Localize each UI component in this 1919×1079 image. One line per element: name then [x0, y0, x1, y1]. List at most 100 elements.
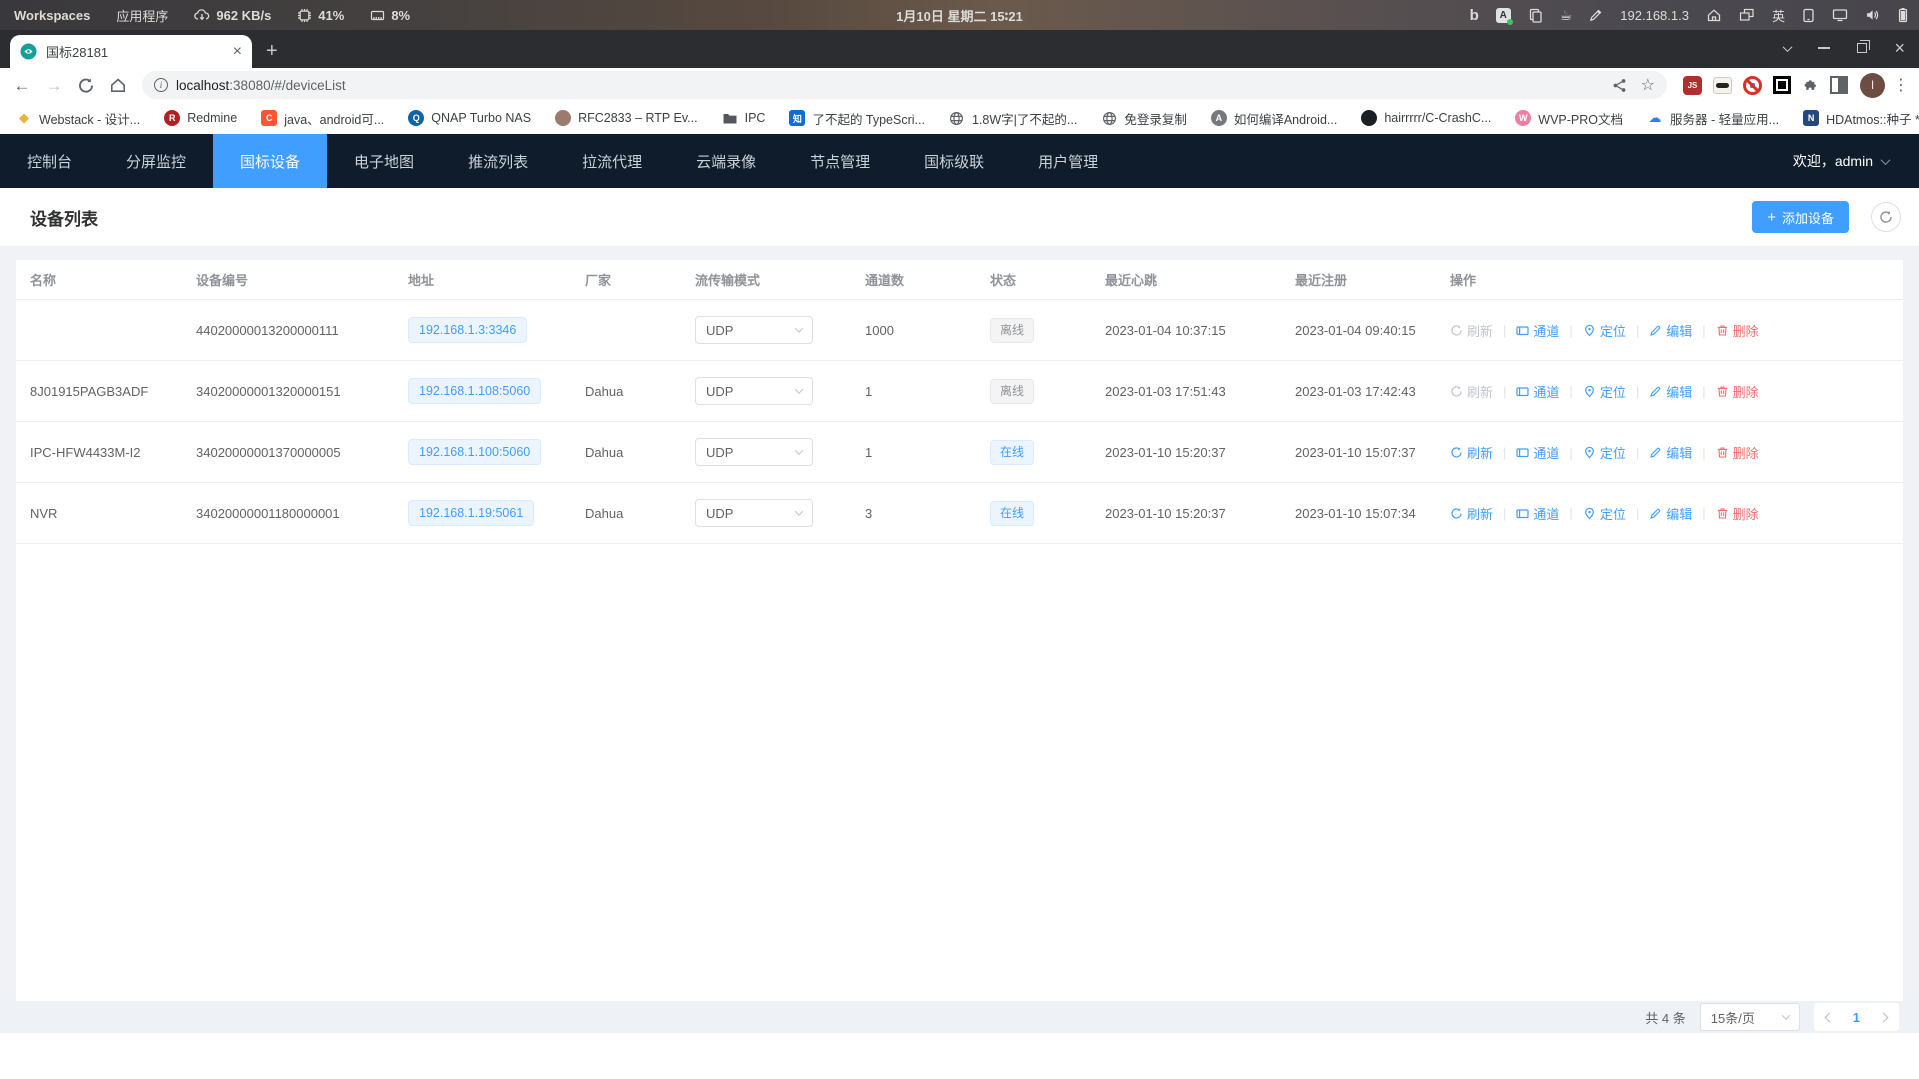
delete-action[interactable]: 删除	[1716, 504, 1759, 523]
channel-action[interactable]: 通道	[1516, 443, 1559, 462]
bookmark-item[interactable]: R Redmine	[164, 110, 237, 126]
bookmark-item[interactable]: ◆ Webstack - 设计...	[16, 109, 140, 128]
channel-action[interactable]: 通道	[1516, 321, 1559, 340]
square-extension-icon[interactable]	[1773, 76, 1791, 94]
site-info-icon[interactable]: i	[154, 78, 168, 92]
browser-tab[interactable]: 国标28181 ×	[10, 35, 252, 68]
ip-address[interactable]: 192.168.1.3	[1620, 8, 1689, 23]
locate-action[interactable]: 定位	[1583, 504, 1626, 523]
edit-action[interactable]: 编辑	[1649, 321, 1692, 340]
refresh-action[interactable]: 刷新	[1450, 321, 1493, 340]
nav-item-8[interactable]: 国标级联	[897, 134, 1011, 188]
channel-action[interactable]: 通道	[1516, 382, 1559, 401]
bookmark-item[interactable]: 免登录复制	[1101, 109, 1187, 128]
extensions-puzzle-icon[interactable]	[1802, 77, 1819, 94]
current-page[interactable]: 1	[1853, 1010, 1860, 1025]
nav-item-1[interactable]: 分屏监控	[99, 134, 213, 188]
blocker-extension-icon[interactable]	[1743, 76, 1762, 95]
reload-icon[interactable]	[74, 77, 98, 94]
table-row: NVR 34020000001180000001 192.168.1.19:50…	[16, 483, 1903, 544]
profile-avatar[interactable]: I	[1860, 73, 1885, 98]
prev-page-icon[interactable]	[1824, 1012, 1834, 1022]
bookmark-item[interactable]: N HDAtmos::种子 *...	[1803, 109, 1919, 128]
clipboard-icon[interactable]	[1528, 8, 1543, 23]
back-icon[interactable]: ←	[10, 77, 34, 94]
bookmark-item[interactable]: C java、android可...	[261, 109, 384, 128]
locate-action[interactable]: 定位	[1583, 443, 1626, 462]
color-picker-icon[interactable]	[1589, 8, 1603, 22]
stream-mode-select[interactable]: UDP	[695, 499, 813, 527]
minimize-button[interactable]	[1818, 47, 1830, 49]
next-page-icon[interactable]	[1879, 1012, 1889, 1022]
tab-search-chevron-icon[interactable]	[1784, 39, 1791, 57]
address-tag[interactable]: 192.168.1.100:5060	[408, 439, 541, 465]
applications-button[interactable]: 应用程序	[116, 6, 168, 25]
add-device-button[interactable]: + 添加设备	[1752, 201, 1849, 233]
close-button[interactable]: ×	[1894, 41, 1905, 55]
refresh-list-button[interactable]	[1871, 202, 1901, 232]
edit-action[interactable]: 编辑	[1649, 382, 1692, 401]
page-size-select[interactable]: 15条/页	[1700, 1003, 1800, 1031]
bookmark-item[interactable]: 1.8W字|了不起的...	[949, 109, 1077, 128]
address-tag[interactable]: 192.168.1.19:5061	[408, 500, 534, 526]
share-icon[interactable]	[1612, 78, 1627, 93]
input-method-indicator[interactable]: 英	[1772, 6, 1785, 25]
channel-action[interactable]: 通道	[1516, 504, 1559, 523]
locate-action[interactable]: 定位	[1583, 321, 1626, 340]
forward-icon[interactable]: →	[42, 77, 66, 94]
nav-item-5[interactable]: 拉流代理	[555, 134, 669, 188]
locate-action[interactable]: 定位	[1583, 382, 1626, 401]
nav-item-6[interactable]: 云端录像	[669, 134, 783, 188]
workspaces-button[interactable]: Workspaces	[14, 8, 90, 23]
address-tag[interactable]: 192.168.1.3:3346	[408, 317, 527, 343]
window-stack-icon[interactable]	[1739, 8, 1755, 22]
bing-logo-icon[interactable]: b	[1470, 8, 1479, 23]
delete-action[interactable]: 删除	[1716, 382, 1759, 401]
address-bar[interactable]: i localhost:38080/#/deviceList ☆	[142, 71, 1667, 99]
side-panel-icon[interactable]	[1830, 76, 1848, 94]
bookmark-item[interactable]: Q QNAP Turbo NAS	[408, 110, 531, 126]
bookmark-item[interactable]: W WVP-PRO文档	[1515, 109, 1623, 128]
bookmark-item[interactable]: IPC	[722, 110, 766, 126]
home-button-icon[interactable]	[106, 77, 130, 94]
translate-icon[interactable]: A	[1496, 8, 1511, 23]
js-extension-icon[interactable]: JS	[1683, 76, 1702, 95]
nav-item-9[interactable]: 用户管理	[1011, 134, 1125, 188]
home-icon[interactable]	[1706, 8, 1722, 23]
delete-action[interactable]: 删除	[1716, 443, 1759, 462]
bookmark-item[interactable]: 知 了不起的 TypeScri...	[789, 109, 925, 128]
nav-item-3[interactable]: 电子地图	[327, 134, 441, 188]
battery-icon[interactable]	[1897, 7, 1909, 23]
coffee-icon[interactable]: ☕	[1560, 8, 1573, 22]
address-tag[interactable]: 192.168.1.108:5060	[408, 378, 541, 404]
volume-icon[interactable]	[1865, 8, 1880, 22]
mask-extension-icon[interactable]	[1713, 77, 1732, 94]
nav-item-2[interactable]: 国标设备	[213, 134, 327, 188]
edit-action[interactable]: 编辑	[1649, 443, 1692, 462]
stream-mode-select[interactable]: UDP	[695, 316, 813, 344]
browser-menu-icon[interactable]: ⋮	[1893, 75, 1909, 95]
refresh-action[interactable]: 刷新	[1450, 382, 1493, 401]
bookmark-item[interactable]: ☁ 服务器 - 轻量应用...	[1647, 109, 1779, 128]
nav-item-4[interactable]: 推流列表	[441, 134, 555, 188]
bookmark-item[interactable]: hairrrrr/C-CrashC...	[1361, 110, 1491, 126]
restore-button[interactable]	[1857, 43, 1867, 53]
new-tab-button[interactable]: +	[266, 41, 278, 61]
bookmark-item[interactable]: RFC2833 – RTP Ev...	[555, 110, 698, 126]
display-icon[interactable]	[1832, 8, 1848, 22]
bookmark-item[interactable]: A 如何编译Android...	[1211, 109, 1338, 128]
bookmark-star-icon[interactable]: ☆	[1641, 75, 1655, 95]
stream-mode-select[interactable]: UDP	[695, 377, 813, 405]
refresh-action[interactable]: 刷新	[1450, 504, 1493, 523]
nav-item-0[interactable]: 控制台	[0, 134, 99, 188]
refresh-action[interactable]: 刷新	[1450, 443, 1493, 462]
delete-action[interactable]: 删除	[1716, 321, 1759, 340]
clock[interactable]: 1月10日 星期二 15∶21	[896, 6, 1023, 25]
url-text[interactable]: localhost:38080/#/deviceList	[176, 78, 1604, 93]
phone-link-icon[interactable]	[1802, 8, 1815, 23]
edit-action[interactable]: 编辑	[1649, 504, 1692, 523]
nav-item-7[interactable]: 节点管理	[783, 134, 897, 188]
user-menu[interactable]: 欢迎，admin	[1793, 151, 1889, 171]
tab-close-icon[interactable]: ×	[233, 44, 242, 60]
stream-mode-select[interactable]: UDP	[695, 438, 813, 466]
